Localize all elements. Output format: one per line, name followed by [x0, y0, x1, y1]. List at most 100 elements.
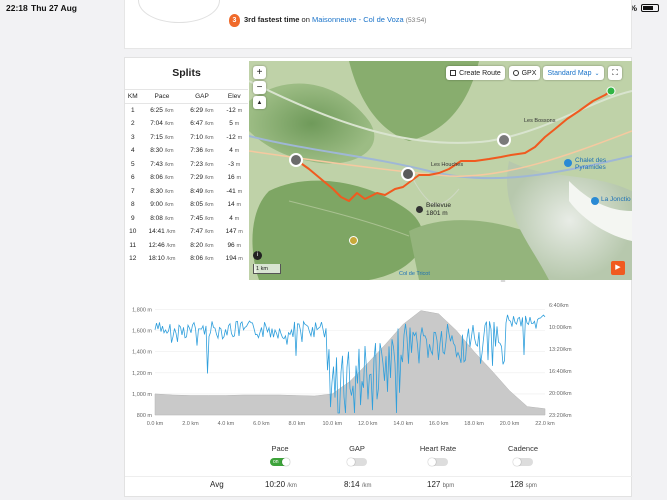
cadence-control[interactable]: Cadence [483, 444, 563, 471]
elev-tick-label: 1,200 m [132, 371, 152, 377]
segment-link[interactable]: Maisonneuve - Col de Voza [312, 15, 404, 24]
status-time: 22:18 [6, 3, 28, 13]
split-km: 10 [129, 228, 137, 236]
activity-analysis-card: Splits KM Pace GAP Elev 1 6:25 /km 6:29 /k… [124, 57, 633, 497]
avg-hr-value: 127 [427, 480, 441, 489]
split-gap-unit: /km [204, 108, 214, 114]
split-pace: 8:08 /km [141, 212, 184, 226]
split-gap: 6:47 /km [183, 117, 220, 131]
cadence-toggle[interactable] [513, 458, 533, 466]
photo-marker[interactable] [497, 133, 511, 147]
split-elev: 96 m [221, 239, 248, 253]
heart-rate-control[interactable]: Heart Rate [398, 444, 478, 471]
status-date: Thu 27 Aug [31, 3, 77, 13]
pace-control[interactable]: Pace on [240, 444, 320, 471]
split-pace-unit: /km [164, 108, 174, 114]
battery-icon [641, 4, 659, 12]
averages-row: Avg 10:20 /km 8:14 /km 127 bpm 128 spm [125, 476, 633, 490]
gap-control[interactable]: GAP [317, 444, 397, 471]
split-elev-unit: m [238, 229, 243, 236]
split-km: 1 [130, 107, 135, 114]
split-pace-value: 7:15 [150, 133, 163, 141]
split-gap-value: 7:29 [190, 174, 203, 182]
split-gap: 7:36 /km [183, 144, 220, 158]
split-row: 7 8:30 /km 8:49 /km -41 m [125, 185, 248, 199]
split-pace-value: 6:25 [150, 107, 163, 114]
avg-cadence: 128 spm [510, 480, 537, 489]
info-icon[interactable]: i [253, 251, 262, 260]
map-thumbnail-ring [138, 0, 220, 23]
map-style-select[interactable]: Standard Map ⌄ [543, 66, 604, 80]
split-pace: 9:00 /km [141, 198, 184, 212]
gpx-label: GPX [521, 69, 537, 77]
bellevue-peak-icon [416, 206, 423, 213]
split-pace-unit: /km [164, 215, 174, 222]
split-pace: 8:30 /km [141, 144, 184, 158]
heart-rate-toggle[interactable] [428, 458, 448, 466]
zoom-out-button[interactable]: − [253, 81, 266, 94]
splits-title: Splits [172, 67, 201, 79]
split-elev-value: -12 [226, 107, 236, 114]
split-pace-unit: /km [166, 229, 176, 236]
segment-time: (53:54) [405, 17, 427, 24]
x-tick-label: 12.0 km [358, 421, 378, 427]
map-label-jonction: La Jonctio [601, 196, 631, 203]
pace-toggle[interactable]: on [270, 458, 290, 466]
split-pace-value: 7:04 [150, 120, 163, 128]
split-row: 6 8:06 /km 7:29 /km 16 m [125, 171, 248, 185]
split-pace-unit: /km [166, 242, 176, 249]
split-km: 12 [129, 255, 137, 263]
compass-button[interactable]: ▲ [253, 96, 266, 109]
split-row: 10 14:41 /km 7:47 /km 147 m [125, 225, 248, 239]
split-pace-value: 9:00 [150, 201, 163, 209]
achievement-on: on [301, 15, 310, 24]
split-gap-unit: /km [204, 256, 214, 263]
avg-gap-unit: /km [361, 483, 372, 489]
split-row: 1 6:25 /km 6:29 /km -12 m [125, 104, 248, 118]
photo-marker[interactable] [289, 153, 303, 167]
split-km: 3 [130, 133, 135, 141]
split-elev-value: 14 [227, 201, 235, 209]
split-km: 4 [130, 147, 135, 155]
achievement-title: 3rd fastest time [244, 15, 300, 24]
split-gap-value: 8:06 [190, 255, 203, 263]
split-elev-value: 16 [227, 174, 235, 182]
splits-panel: Splits KM Pace GAP Elev 1 6:25 /km 6:29 /k… [125, 58, 248, 280]
x-tick-label: 22.0 km [535, 421, 555, 427]
split-gap-unit: /km [204, 175, 214, 182]
gap-toggle[interactable] [347, 458, 367, 466]
split-row: 11 12:46 /km 8:20 /km 96 m [125, 239, 248, 253]
create-route-icon [450, 70, 457, 76]
avg-cadence-unit: spm [525, 483, 537, 489]
split-elev-unit: m [237, 188, 243, 195]
camera-marker[interactable] [349, 236, 358, 245]
pace-tick-label: 16:40/km [549, 369, 572, 375]
split-gap-value: 8:05 [190, 201, 203, 209]
split-pace-value: 8:06 [150, 174, 163, 182]
split-gap-unit: /km [204, 202, 214, 209]
photo-marker[interactable] [401, 167, 415, 181]
gpx-button[interactable]: GPX [509, 66, 540, 80]
flyover-button[interactable]: ▶ [611, 261, 625, 275]
split-pace-value: 8:30 [150, 147, 163, 155]
split-gap: 7:10 /km [183, 131, 220, 145]
split-elev-value: 4 [229, 214, 233, 222]
pace-tick-label: 13:20/km [549, 347, 572, 353]
fullscreen-button[interactable]: ⛶ [608, 66, 622, 80]
x-tick-label: 18.0 km [464, 421, 484, 427]
route-map[interactable]: Les Houches Les Bossons Bellevue 1801 m … [249, 61, 632, 280]
zoom-in-button[interactable]: + [253, 66, 266, 79]
split-km: 7 [130, 187, 135, 195]
split-pace: 8:06 /km [141, 171, 184, 185]
create-route-button[interactable]: Create Route [446, 66, 505, 80]
resize-handle[interactable]: ═ [499, 279, 507, 285]
split-pace-unit: /km [166, 256, 176, 263]
avg-label: Avg [210, 480, 224, 489]
split-gap-value: 6:29 [190, 107, 203, 114]
split-km: 6 [130, 174, 135, 182]
avg-gap: 8:14 /km [344, 480, 371, 489]
split-elev-value: 96 [227, 241, 235, 249]
split-gap: 8:49 /km [183, 185, 220, 199]
split-elev: 147 m [221, 225, 248, 239]
split-elev-unit: m [237, 134, 243, 141]
